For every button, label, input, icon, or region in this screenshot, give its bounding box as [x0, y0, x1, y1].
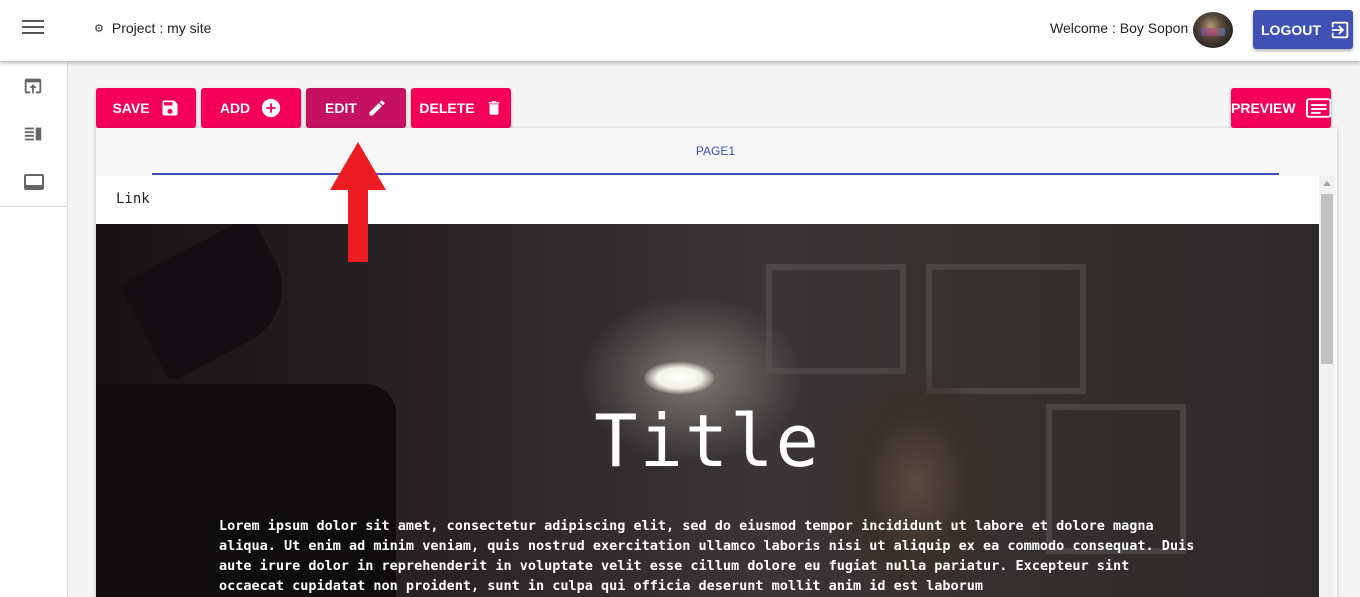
delete-label: DELETE: [419, 100, 475, 116]
hamburger-menu-icon[interactable]: [22, 20, 44, 38]
annotation-arrow-icon: [330, 142, 386, 262]
logout-label: LOGOUT: [1261, 21, 1321, 38]
hero-body-text[interactable]: Lorem ipsum dolor sit amet, consectetur …: [219, 516, 1199, 596]
add-button[interactable]: ADD: [201, 88, 301, 128]
add-label: ADD: [219, 100, 251, 116]
preview-label: PREVIEW: [1231, 100, 1296, 116]
delete-button[interactable]: DELETE: [411, 88, 511, 128]
background-lamp: [118, 224, 304, 383]
project-title: ⚙ Project : my site: [94, 20, 211, 36]
trash-icon: [488, 101, 499, 115]
sidebar-divider: [0, 206, 68, 207]
link-bar: Link: [96, 176, 1319, 224]
content-scrollbar[interactable]: [1319, 176, 1334, 597]
hero-title[interactable]: Title: [96, 399, 1319, 483]
avatar[interactable]: [1193, 12, 1233, 48]
add-circle-icon: [262, 98, 281, 118]
background-lamp-light: [644, 362, 714, 394]
edit-label: EDIT: [325, 100, 357, 116]
web-asset-icon[interactable]: [22, 170, 46, 194]
save-icon: [162, 100, 178, 116]
logout-button[interactable]: LOGOUT: [1253, 10, 1353, 49]
page-link[interactable]: Link: [116, 191, 150, 207]
scrollbar-thumb[interactable]: [1321, 194, 1333, 364]
pencil-icon: [369, 100, 385, 116]
welcome-text: Welcome : Boy Sopon: [1050, 20, 1189, 36]
save-button[interactable]: SAVE: [96, 88, 196, 128]
page-canvas: Link Title Lorem ipsum dolor sit amet, c…: [96, 176, 1319, 597]
edit-button[interactable]: EDIT: [306, 88, 406, 128]
sidebar: [0, 61, 68, 597]
tab-page1[interactable]: PAGE1: [152, 128, 1279, 175]
project-label: Project : my site: [111, 20, 212, 36]
hero-section[interactable]: Title Lorem ipsum dolor sit amet, consec…: [96, 224, 1319, 597]
save-label: SAVE: [112, 100, 150, 116]
top-app-bar: ⚙ Project : my site Welcome : Boy Sopon …: [0, 0, 1360, 61]
upload-window-icon[interactable]: [22, 75, 46, 99]
scroll-up-arrow-icon[interactable]: [1323, 181, 1331, 186]
logout-icon: [1331, 21, 1349, 38]
avatar-photo: [1201, 28, 1225, 36]
gear-icon: ⚙: [94, 22, 104, 35]
preview-button[interactable]: PREVIEW: [1231, 88, 1331, 128]
view-list-icon[interactable]: [22, 123, 46, 147]
preview-icon: [1305, 98, 1331, 118]
